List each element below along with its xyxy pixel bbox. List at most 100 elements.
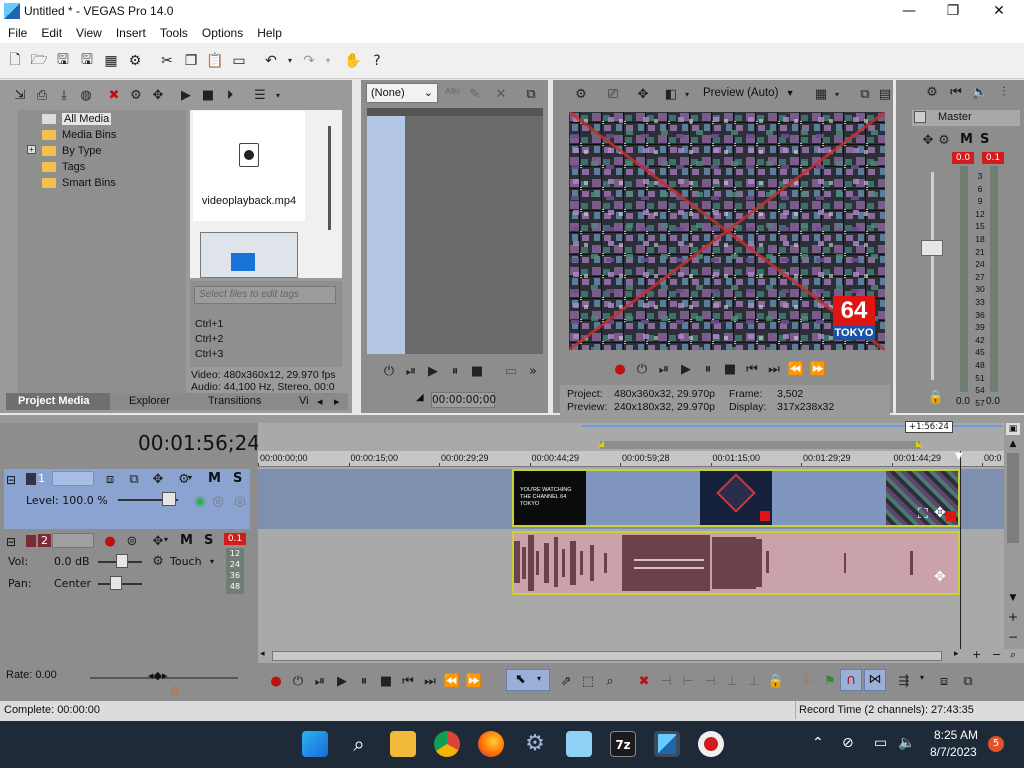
file-explorer-icon[interactable] (390, 731, 416, 757)
prev-frame-icon[interactable]: ⏪ (444, 673, 460, 689)
clear-icon[interactable]: ✕ (493, 86, 509, 102)
trimmer-dropdown[interactable]: (None) ⌄ (366, 83, 438, 103)
tab-scroll-right-icon[interactable]: ▸ (334, 395, 340, 408)
audio-track-name[interactable] (52, 533, 94, 548)
trim-end-icon[interactable]: ⊣ (702, 673, 718, 689)
menu-file[interactable]: File (8, 23, 27, 43)
play-icon[interactable]: ▶ (678, 361, 694, 377)
master-solo-button[interactable]: S (980, 132, 989, 147)
menu-insert[interactable]: Insert (116, 23, 146, 43)
master-fader-handle[interactable] (921, 240, 943, 256)
master-checkbox[interactable] (914, 111, 926, 123)
split-all-icon[interactable]: ⊥ (746, 673, 762, 689)
hscroll-right-icon[interactable]: ▸ (954, 649, 959, 659)
tab-scroll-left-icon[interactable]: ◂ (317, 395, 323, 408)
paste-icon[interactable]: 📋 (206, 52, 224, 70)
tags-input[interactable]: Select files to edit tags (194, 286, 336, 304)
more-icon[interactable]: » (525, 363, 541, 379)
vegas-taskbar-icon[interactable] (654, 731, 680, 757)
remove-media-icon[interactable]: ✖ (106, 87, 122, 103)
stop-icon[interactable]: ■ (722, 361, 738, 377)
rate-slider-handle[interactable]: ◂◆▸ (148, 669, 168, 682)
lock-envelopes-icon[interactable]: ⧈ (936, 673, 952, 689)
tree-item-media-bins[interactable]: Media Bins (42, 127, 116, 143)
selection-tool-icon[interactable]: ⬚ (580, 673, 596, 689)
taskbar-time[interactable]: 8:25 AM (934, 728, 978, 742)
record-icon[interactable]: ● (268, 673, 284, 689)
master-mute-button[interactable]: M (960, 132, 973, 147)
menu-edit[interactable]: Edit (41, 23, 62, 43)
loop-icon[interactable]: ⏻ (290, 673, 306, 689)
delete-event-icon[interactable]: ✖ (636, 673, 652, 689)
redo-icon[interactable]: ↷ (300, 52, 318, 70)
marker-icon[interactable]: ⚐ (800, 673, 816, 689)
play-icon[interactable]: ▶ (334, 673, 350, 689)
go-to-end-icon[interactable]: ⏭ (766, 361, 782, 377)
parent-icon[interactable]: ◎ (210, 493, 226, 509)
mixer-icon[interactable]: ⫶ (996, 84, 1012, 100)
add-to-timeline-icon[interactable]: ▭ (503, 363, 519, 379)
timeline-hscroll[interactable]: ◂ ▸ + − ⌕ (258, 648, 1024, 663)
start-icon[interactable] (302, 731, 328, 757)
auto-play-icon[interactable]: ⏵ (222, 87, 238, 103)
comment-icon[interactable]: ▣ (1006, 423, 1020, 435)
speaker-icon[interactable]: 🔈 (972, 84, 988, 100)
video-mute-button[interactable]: M (208, 471, 221, 486)
ripple-dropdown-icon[interactable]: ▾ (920, 673, 924, 682)
invert-phase-icon[interactable]: ⊜ (124, 533, 140, 549)
notification-badge[interactable]: 5 (988, 736, 1004, 752)
display-icon[interactable]: ▭ (874, 735, 887, 751)
zoom-in-h-icon[interactable]: + (972, 648, 981, 661)
envelope-tool-icon[interactable]: ⇗ (558, 673, 574, 689)
help-icon[interactable]: ? (368, 52, 386, 70)
video-event[interactable]: YOU'RE WATCHING THE CHANNEL 64 TOKYO (512, 469, 960, 527)
selection-end-marker[interactable]: ◣ (916, 439, 922, 448)
search-icon[interactable]: ⌕ (346, 731, 372, 757)
child-icon[interactable]: ◎ (232, 493, 248, 509)
scroll-up-icon[interactable]: ▲ (1006, 439, 1020, 451)
tab-project-media[interactable]: Project Media (18, 395, 90, 407)
preview-settings-icon[interactable]: ⚙ (573, 86, 589, 102)
audio-mute-button[interactable]: M (180, 533, 193, 548)
automation-icon[interactable]: ⚙ (150, 553, 166, 569)
master-settings-icon[interactable]: ⚙ (924, 84, 940, 100)
region-icon[interactable]: ⚑ (822, 673, 838, 689)
play-preview-icon[interactable]: ▶ (178, 87, 194, 103)
media-item-screenshot[interactable] (200, 232, 298, 278)
go-to-start-icon[interactable]: ⏮ (744, 361, 760, 377)
copy-snapshot-icon[interactable]: ⧉ (857, 86, 873, 102)
menu-tools[interactable]: Tools (160, 23, 188, 43)
new-file-icon[interactable]: 🗋 (6, 52, 24, 70)
ripple-icon[interactable]: ⇶ (896, 673, 912, 689)
zoom-in-icon[interactable]: + (1006, 611, 1020, 623)
get-media-icon[interactable]: ⤓ (56, 87, 72, 103)
normal-edit-tool[interactable]: ⬉ ▾ (506, 669, 550, 691)
pointer-tool-icon[interactable]: ✋ (344, 52, 362, 70)
composite-mode-icon[interactable]: ◉ (192, 493, 208, 509)
settings-gear-icon[interactable]: ⚙ (126, 52, 144, 70)
audio-solo-button[interactable]: S (204, 533, 213, 548)
views-dropdown-icon[interactable]: ▾ (274, 87, 282, 103)
stop-icon[interactable]: ■ (469, 363, 485, 379)
selection-start-marker[interactable]: ◢ (598, 439, 604, 448)
vol-slider-handle[interactable] (116, 554, 128, 568)
trim-start-icon[interactable]: ⊢ (680, 673, 696, 689)
audio-event[interactable] (512, 531, 960, 595)
next-frame-icon[interactable]: ⏩ (810, 361, 826, 377)
minimize-button[interactable]: — (886, 0, 932, 23)
play-icon[interactable]: ▶ (425, 363, 441, 379)
save-snapshot-icon[interactable]: ▤ (877, 86, 893, 102)
firefox-icon[interactable] (478, 731, 504, 757)
trim-icon[interactable]: ⊣ (658, 673, 674, 689)
level-slider-handle[interactable] (162, 492, 176, 506)
fx-dropdown-icon[interactable]: ▾ (683, 86, 691, 102)
stop-icon[interactable]: ■ (378, 673, 394, 689)
7zip-icon[interactable]: 7z (610, 731, 636, 757)
spellcheck-icon[interactable]: ᴬᴮᶜ (445, 86, 461, 102)
collapse-icon[interactable]: ⊟ (6, 535, 16, 549)
chrome-icon[interactable] (434, 731, 460, 757)
web-icon[interactable]: ◍ (78, 87, 94, 103)
split-screen-icon[interactable]: ✥ (635, 86, 651, 102)
network-icon[interactable]: ⊘ (842, 735, 854, 751)
pause-icon[interactable]: ⏸ (356, 673, 372, 689)
